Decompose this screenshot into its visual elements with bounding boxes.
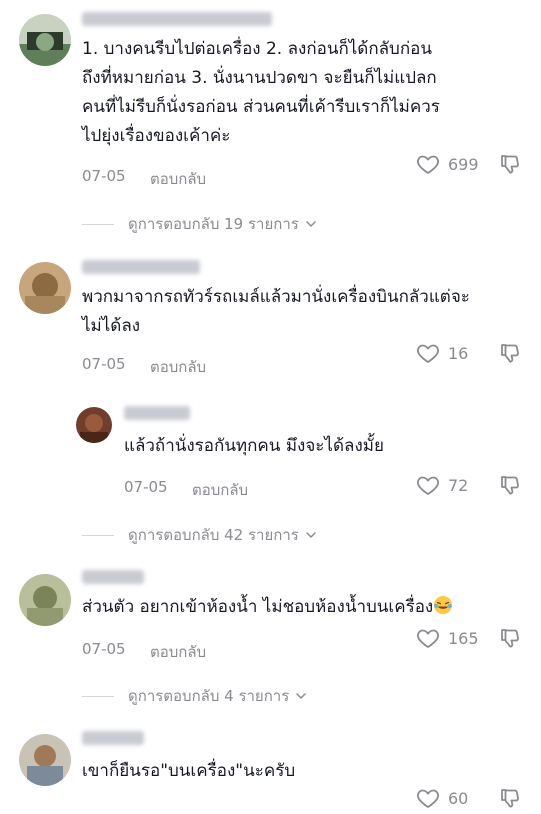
chevron-down-icon bbox=[305, 218, 317, 230]
like-count: 165 bbox=[448, 628, 479, 648]
chevron-down-icon bbox=[295, 690, 307, 702]
reply-button[interactable]: ตอบกลับ bbox=[150, 167, 206, 191]
dislike-button[interactable] bbox=[498, 341, 522, 369]
view-replies-button[interactable]: ดูการตอบกลับ 42 รายการ bbox=[82, 523, 317, 547]
avatar-image bbox=[19, 14, 71, 66]
avatar[interactable] bbox=[19, 574, 71, 626]
like-button[interactable]: 72 bbox=[416, 473, 468, 497]
avatar[interactable] bbox=[19, 262, 71, 314]
username-redacted[interactable] bbox=[82, 260, 200, 274]
dislike-button[interactable] bbox=[498, 152, 522, 180]
comment-text: เขาก็ยืนรอ"บนเครื่อง"นะครับ bbox=[82, 761, 296, 781]
like-count: 699 bbox=[448, 154, 479, 174]
avatar-image bbox=[19, 734, 71, 786]
reply-button[interactable]: ตอบกลับ bbox=[150, 640, 206, 664]
chevron-down-icon bbox=[305, 529, 317, 541]
comment-date: 07-05 bbox=[82, 355, 126, 373]
view-replies-button[interactable]: ดูการตอบกลับ 19 รายการ bbox=[82, 212, 317, 236]
username-redacted[interactable] bbox=[82, 12, 272, 26]
thumbs-down-icon bbox=[498, 786, 522, 810]
comment-date: 07-05 bbox=[82, 167, 126, 185]
like-button[interactable]: 699 bbox=[416, 152, 479, 176]
like-count: 72 bbox=[448, 475, 469, 495]
avatar-image bbox=[76, 407, 112, 443]
divider bbox=[82, 534, 114, 536]
thumbs-down-icon bbox=[498, 341, 522, 365]
avatar[interactable] bbox=[76, 407, 112, 443]
heart-outline-icon bbox=[416, 786, 440, 810]
heart-outline-icon bbox=[416, 152, 440, 176]
reply-button[interactable]: ตอบกลับ bbox=[192, 478, 248, 502]
comment-text: 1. บางคนรีบไปต่อเครื่อง 2. ลงก่อนก็ได้กล… bbox=[82, 39, 440, 146]
comment-date: 07-05 bbox=[124, 478, 168, 496]
heart-outline-icon bbox=[416, 473, 440, 497]
like-button[interactable]: 165 bbox=[416, 626, 479, 650]
view-replies-label: ดูการตอบกลับ 42 รายการ bbox=[128, 526, 299, 544]
thumbs-down-icon bbox=[498, 473, 522, 497]
tears-of-joy-emoji bbox=[433, 593, 453, 622]
username-redacted[interactable] bbox=[124, 406, 190, 420]
like-button[interactable]: 16 bbox=[416, 341, 468, 365]
heart-outline-icon bbox=[416, 341, 440, 365]
dislike-button[interactable] bbox=[498, 473, 522, 501]
comment-date: 07-05 bbox=[82, 640, 126, 658]
divider bbox=[82, 223, 114, 225]
username-redacted[interactable] bbox=[82, 731, 144, 745]
view-replies-button[interactable]: ดูการตอบกลับ 4 รายการ bbox=[82, 684, 307, 708]
avatar-image bbox=[19, 262, 71, 314]
username-redacted[interactable] bbox=[82, 570, 144, 584]
thumbs-down-icon bbox=[498, 626, 522, 650]
heart-outline-icon bbox=[416, 626, 440, 650]
comment-text: แล้วถ้านั่งรอกันทุกคน มึงจะได้ลงมั้ย bbox=[124, 436, 384, 456]
divider bbox=[82, 695, 114, 697]
avatar[interactable] bbox=[19, 734, 71, 786]
like-button[interactable]: 60 bbox=[416, 786, 468, 810]
like-count: 60 bbox=[448, 788, 469, 808]
like-count: 16 bbox=[448, 343, 469, 363]
avatar-image bbox=[19, 574, 71, 626]
reply-button[interactable]: ตอบกลับ bbox=[150, 355, 206, 379]
avatar[interactable] bbox=[19, 14, 71, 66]
dislike-button[interactable] bbox=[498, 626, 522, 654]
thumbs-down-icon bbox=[498, 152, 522, 176]
view-replies-label: ดูการตอบกลับ 19 รายการ bbox=[128, 215, 299, 233]
comment-text: ส่วนตัว อยากเข้าห้องน้ำ ไม่ชอบห้องน้ำบนเ… bbox=[82, 593, 532, 622]
comment-text: พวกมาจากรถทัวร์รถเมล์แล้วมานั่งเครื่องบิ… bbox=[82, 287, 470, 336]
view-replies-label: ดูการตอบกลับ 4 รายการ bbox=[128, 687, 290, 705]
dislike-button[interactable] bbox=[498, 786, 522, 814]
